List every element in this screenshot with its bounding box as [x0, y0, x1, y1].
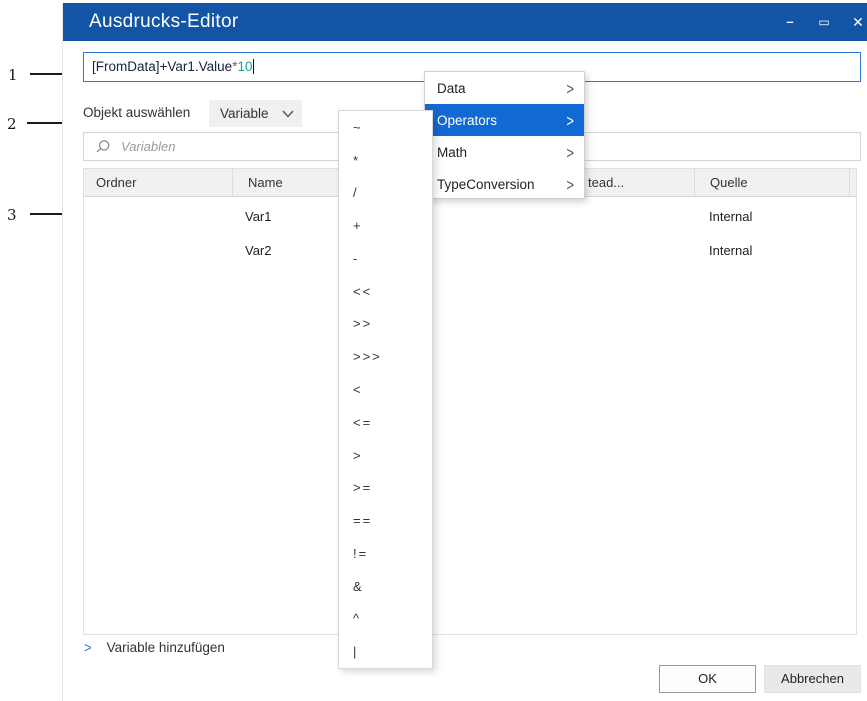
menu-item-label: Math — [437, 144, 468, 160]
cell-quelle: Internal — [709, 243, 753, 258]
cell-middle — [422, 200, 694, 234]
close-icon[interactable]: ✕ — [843, 3, 867, 41]
cell-ordner — [84, 200, 232, 234]
operator-item-minus[interactable]: - — [339, 242, 432, 275]
menu-item-data[interactable]: Data > — [425, 72, 584, 104]
add-variable-link[interactable]: > Variable hinzufügen — [84, 638, 225, 657]
minimize-icon[interactable]: – — [775, 3, 805, 41]
dropdown-value: Variable — [220, 106, 269, 121]
submenu-arrow-icon: > — [566, 78, 574, 98]
title-bar: Ausdrucks-Editor – ▭ ✕ — [63, 3, 867, 41]
menu-item-operators[interactable]: Operators > — [425, 104, 584, 136]
submenu-arrow-icon: > — [566, 142, 574, 162]
cell-quelle: Internal — [709, 209, 753, 224]
chevron-right-icon: > — [84, 638, 92, 657]
table-row[interactable]: Var2 Internal — [84, 234, 856, 268]
maximize-icon[interactable]: ▭ — [809, 3, 839, 41]
cell-ordner — [84, 234, 232, 268]
menu-item-label: Data — [437, 80, 466, 96]
annotation-number-1: 1 — [8, 66, 18, 84]
text-caret — [252, 59, 254, 74]
column-header-filler — [849, 169, 856, 196]
operator-item-less-equal[interactable]: <= — [339, 406, 432, 439]
operator-item-bitwise-xor[interactable]: ^ — [339, 602, 432, 635]
menu-item-math[interactable]: Math > — [425, 136, 584, 168]
expression-text: [FromData]+Var1.Value — [92, 59, 233, 74]
operator-item-shift-left[interactable]: << — [339, 275, 432, 308]
cancel-button[interactable]: Abbrechen — [764, 665, 861, 693]
operator-item-bitwise-or[interactable]: | — [339, 635, 432, 668]
chevron-down-icon — [282, 110, 294, 118]
operator-item-divide[interactable]: / — [339, 177, 432, 210]
operator-item-less-than[interactable]: < — [339, 373, 432, 406]
menu-item-label: TypeConversion — [437, 176, 535, 192]
object-type-dropdown[interactable]: Variable — [209, 100, 302, 127]
table-row[interactable]: Var1 Internal — [84, 200, 856, 234]
column-header-ordner[interactable]: Ordner — [84, 169, 232, 196]
context-menu: Data > Operators > Math > TypeConversion… — [424, 71, 585, 199]
operators-submenu: ~ * / + - << >> >>> < <= > >= == != & ^ … — [338, 110, 433, 669]
object-select-label: Objekt auswählen — [83, 105, 191, 120]
operator-item-greater-equal[interactable]: >= — [339, 471, 432, 504]
operator-item-shift-right[interactable]: >> — [339, 308, 432, 341]
operator-item-greater-than[interactable]: > — [339, 439, 432, 472]
menu-item-typeconversion[interactable]: TypeConversion > — [425, 168, 584, 200]
search-icon — [96, 140, 110, 153]
operator-item-bitwise-and[interactable]: & — [339, 570, 432, 603]
operator-item-unsigned-shift-right[interactable]: >>> — [339, 340, 432, 373]
ok-button[interactable]: OK — [659, 665, 756, 693]
column-header-quelle[interactable]: Quelle — [694, 169, 849, 196]
menu-item-label: Operators — [437, 112, 498, 128]
cell-middle — [422, 234, 694, 268]
variables-table: Ordner Name tead... Quelle Var1 Internal… — [83, 168, 857, 635]
operator-item-not-equal[interactable]: != — [339, 537, 432, 570]
expression-number: 10 — [237, 59, 253, 74]
operator-item-equals[interactable]: == — [339, 504, 432, 537]
dialog-title: Ausdrucks-Editor — [89, 11, 239, 32]
submenu-arrow-icon: > — [566, 174, 574, 194]
annotation-number-2: 2 — [7, 115, 17, 133]
add-variable-label: Variable hinzufügen — [106, 640, 225, 655]
annotation-number-3: 3 — [7, 206, 17, 224]
operator-item-multiply[interactable]: * — [339, 144, 432, 177]
operator-item-bitwise-not[interactable]: ~ — [339, 111, 432, 144]
operator-item-plus[interactable]: + — [339, 209, 432, 242]
submenu-arrow-icon: > — [566, 110, 574, 130]
